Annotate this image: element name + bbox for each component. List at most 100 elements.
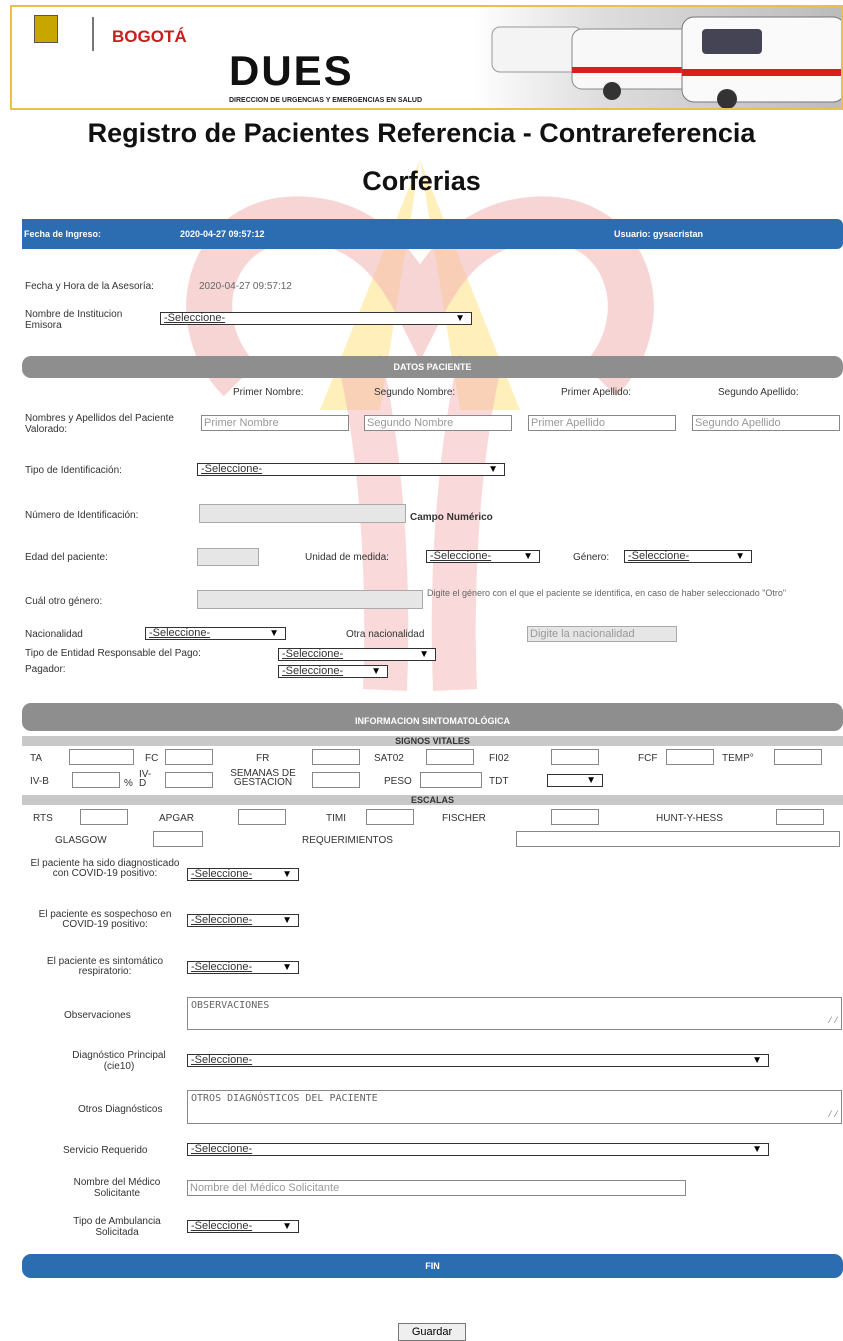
otros-diagnosticos-label: Otros Diagnósticos bbox=[78, 1104, 163, 1115]
bogota-logo: BOGOTÁ bbox=[112, 27, 187, 46]
fcf-label: FCF bbox=[638, 753, 658, 764]
chevron-down-icon: ▼ bbox=[282, 869, 292, 880]
fi02-input[interactable] bbox=[551, 749, 599, 765]
ivd-label: IV-D bbox=[139, 769, 152, 789]
semanas-label: SEMANAS DE GESTACION bbox=[230, 768, 296, 788]
medico-label: Nombre del Médico Solicitante bbox=[73, 1177, 161, 1199]
sintomatico-select[interactable]: -Seleccione- ▼ bbox=[187, 961, 299, 974]
hunt-y-hess-input[interactable] bbox=[776, 809, 824, 825]
edad-label: Edad del paciente: bbox=[25, 552, 108, 563]
entidad-select[interactable]: -Seleccione- ▼ bbox=[278, 648, 436, 661]
chevron-down-icon: ▼ bbox=[752, 1055, 762, 1066]
institucion-label: Nombre de Institucion Emisora bbox=[25, 309, 123, 331]
resize-handle-icon[interactable]: ⁄⁄ bbox=[827, 1109, 839, 1121]
primer-apellido-input[interactable]: Primer Apellido bbox=[528, 415, 676, 431]
signos-vitales-bar: SIGNOS VITALES bbox=[22, 736, 843, 746]
otro-genero-hint: Digite el género con el que el paciente … bbox=[427, 588, 787, 598]
col-header-primer-apellido: Primer Apellido: bbox=[561, 387, 632, 398]
chevron-down-icon: ▼ bbox=[586, 775, 596, 786]
nacionalidad-select[interactable]: -Seleccione- ▼ bbox=[145, 627, 286, 640]
dues-subtitle: DIRECCION DE URGENCIAS Y EMERGENCIAS EN … bbox=[229, 97, 423, 104]
rts-label: RTS bbox=[33, 813, 53, 824]
chevron-down-icon: ▼ bbox=[523, 551, 533, 562]
num-id-label: Número de Identificación: bbox=[25, 510, 139, 521]
chevron-down-icon: ▼ bbox=[282, 915, 292, 926]
chevron-down-icon: ▼ bbox=[752, 1144, 762, 1155]
ambulancia-label: Tipo de Ambulancia Solicitada bbox=[73, 1216, 161, 1238]
logo-divider bbox=[92, 17, 94, 51]
num-id-input[interactable] bbox=[199, 504, 406, 523]
pagador-label: Pagador: bbox=[25, 664, 66, 675]
fi02-label: FI02 bbox=[489, 753, 510, 764]
diagnostico-select[interactable]: -Seleccione- ▼ bbox=[187, 1054, 769, 1067]
otra-nacionalidad-input[interactable]: Digite la nacionalidad bbox=[527, 626, 677, 642]
primer-nombre-input[interactable]: Primer Nombre bbox=[201, 415, 349, 431]
servicio-label: Servicio Requerido bbox=[63, 1145, 148, 1156]
names-label: Nombres y Apellidos del Paciente Valorad… bbox=[25, 413, 174, 435]
covid-sospechoso-label: El paciente es sospechoso en COVID-19 po… bbox=[38, 909, 172, 930]
otra-nacionalidad-label: Otra nacionalidad bbox=[346, 629, 425, 640]
save-button[interactable]: Guardar bbox=[398, 1323, 466, 1341]
ambulancia-select[interactable]: -Seleccione- ▼ bbox=[187, 1220, 299, 1233]
fin-bar: FIN bbox=[22, 1254, 843, 1278]
segundo-apellido-input[interactable]: Segundo Apellido bbox=[692, 415, 840, 431]
peso-label: PESO bbox=[384, 776, 412, 787]
ta-input[interactable] bbox=[69, 749, 134, 765]
unidad-label: Unidad de medida: bbox=[305, 552, 389, 563]
observaciones-textarea[interactable]: OBSERVACIONES ⁄⁄ bbox=[187, 997, 842, 1030]
tipo-id-select[interactable]: -Seleccione- ▼ bbox=[197, 463, 505, 476]
nacionalidad-label: Nacionalidad bbox=[25, 629, 83, 640]
resize-handle-icon[interactable]: ⁄⁄ bbox=[827, 1015, 839, 1027]
covid-sospechoso-select[interactable]: -Seleccione- ▼ bbox=[187, 914, 299, 927]
semanas-input[interactable] bbox=[312, 772, 360, 788]
otro-genero-input[interactable] bbox=[197, 590, 423, 609]
peso-input[interactable] bbox=[420, 772, 482, 788]
chevron-down-icon: ▼ bbox=[419, 649, 429, 660]
datos-paciente-bar: DATOS PACIENTE bbox=[22, 356, 843, 378]
requerimientos-label: REQUERIMIENTOS bbox=[302, 835, 393, 846]
timi-label: TIMI bbox=[326, 813, 346, 824]
hunt-y-hess-label: HUNT-Y-HESS bbox=[656, 813, 723, 824]
ta-label: TA bbox=[30, 753, 43, 764]
sat02-input[interactable] bbox=[426, 749, 474, 765]
fcf-input[interactable] bbox=[666, 749, 714, 765]
chevron-down-icon: ▼ bbox=[455, 313, 465, 324]
tdt-label: TDT bbox=[489, 776, 509, 787]
temp-label: TEMP° bbox=[722, 753, 754, 764]
requerimientos-input[interactable] bbox=[516, 831, 840, 847]
ingreso-value: 2020-04-27 09:57:12 bbox=[180, 229, 265, 239]
fischer-label: FISCHER bbox=[442, 813, 486, 824]
rts-input[interactable] bbox=[80, 809, 128, 825]
pagador-select[interactable]: -Seleccione- ▼ bbox=[278, 665, 388, 678]
diagnostico-label: Diagnóstico Principal (cie10) bbox=[72, 1050, 166, 1072]
institucion-select[interactable]: -Seleccione- ▼ bbox=[160, 312, 472, 325]
fr-input[interactable] bbox=[312, 749, 360, 765]
timi-input[interactable] bbox=[366, 809, 414, 825]
covid-diagnosticado-select[interactable]: -Seleccione- ▼ bbox=[187, 868, 299, 881]
ivb-input[interactable] bbox=[72, 772, 120, 788]
temp-input[interactable] bbox=[774, 749, 822, 765]
unidad-select[interactable]: -Seleccione- ▼ bbox=[426, 550, 540, 563]
tipo-id-label: Tipo de Identificación: bbox=[25, 465, 122, 476]
fischer-input[interactable] bbox=[551, 809, 599, 825]
covid-diagnosticado-label: El paciente ha sido diagnosticado con CO… bbox=[30, 858, 180, 879]
medico-input[interactable]: Nombre del Médico Solicitante bbox=[187, 1180, 686, 1196]
glasgow-label: GLASGOW bbox=[55, 835, 107, 846]
chevron-down-icon: ▼ bbox=[735, 551, 745, 562]
genero-select[interactable]: -Seleccione- ▼ bbox=[624, 550, 752, 563]
servicio-select[interactable]: -Seleccione- ▼ bbox=[187, 1143, 769, 1156]
header-banner: BOGOTÁ DUES DIRECCION DE URGENCIAS Y EME… bbox=[10, 5, 843, 110]
ingreso-label: Fecha de Ingreso: bbox=[24, 229, 102, 239]
fc-label: FC bbox=[145, 753, 159, 764]
col-header-primer-nombre: Primer Nombre: bbox=[233, 387, 304, 398]
glasgow-input[interactable] bbox=[153, 831, 203, 847]
segundo-nombre-input[interactable]: Segundo Nombre bbox=[364, 415, 512, 431]
bogota-crest-icon bbox=[34, 15, 58, 43]
ivd-input[interactable] bbox=[165, 772, 213, 788]
edad-input[interactable] bbox=[197, 548, 259, 566]
otros-diagnosticos-textarea[interactable]: OTROS DIAGNÓSTICOS DEL PACIENTE ⁄⁄ bbox=[187, 1090, 842, 1124]
apgar-input[interactable] bbox=[238, 809, 286, 825]
tdt-select[interactable]: ▼ bbox=[547, 774, 603, 787]
fc-input[interactable] bbox=[165, 749, 213, 765]
user-label: Usuario: gysacristan bbox=[614, 229, 704, 239]
